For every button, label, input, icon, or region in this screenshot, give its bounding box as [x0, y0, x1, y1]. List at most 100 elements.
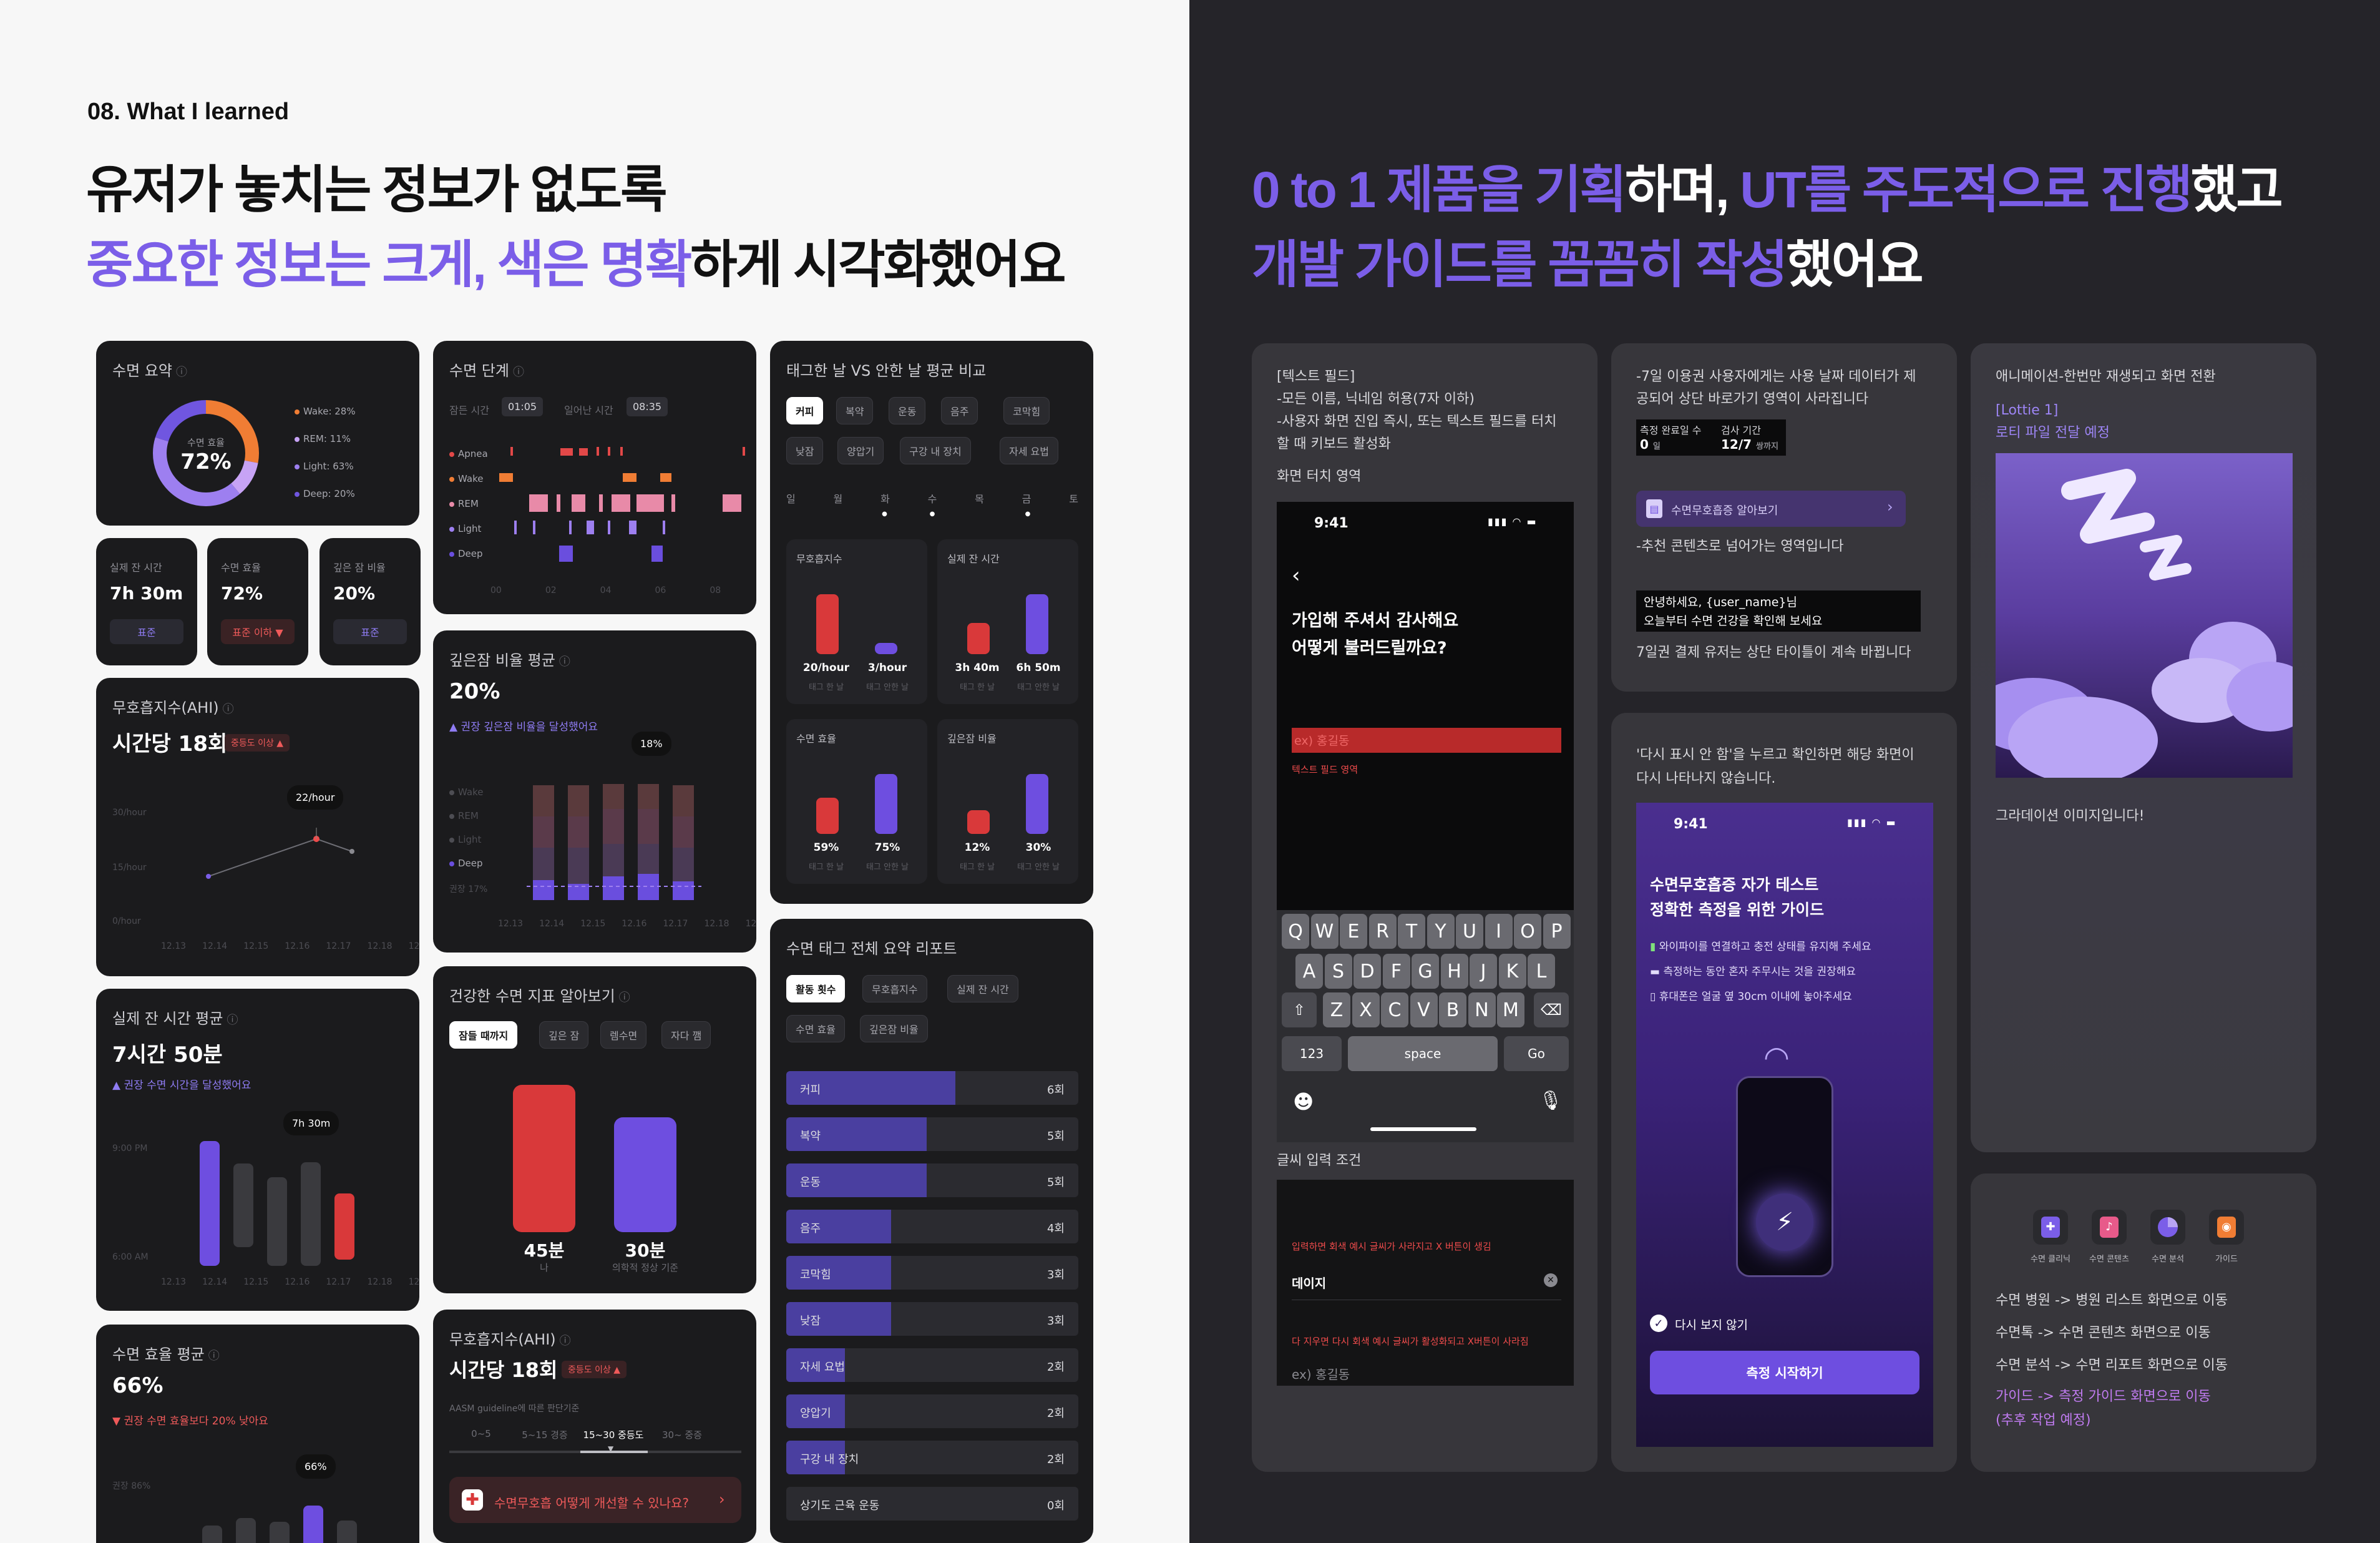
analysis-shortcut[interactable]	[2150, 1210, 2185, 1245]
cell-title: 무호흡지수	[796, 553, 842, 565]
stat-card-deep-ratio[interactable]: 깊은 잠 비율 20% 표준	[319, 538, 421, 665]
keyboard-key[interactable]: N	[1468, 992, 1496, 1027]
name-input[interactable]: ex) 홍길동	[1292, 728, 1561, 753]
keyboard-key[interactable]: Z	[1323, 992, 1350, 1027]
headline-accent: 중요한 정보는 크게, 색은 명확	[86, 237, 692, 293]
clinic-shortcut[interactable]: ✚	[2033, 1210, 2068, 1245]
shortcut-label: 수면 클리닉	[2031, 1255, 2070, 1264]
card-title: 수면 효율 평균 ⓘ	[112, 1346, 220, 1363]
keyboard-key[interactable]: B	[1439, 992, 1466, 1027]
content-shortcut[interactable]: ♪	[2092, 1210, 2127, 1245]
report-row-label: 운동	[800, 1176, 821, 1189]
keyboard-key[interactable]: R	[1368, 914, 1397, 949]
chip-label: 수면무호흡증 알아보기	[1671, 504, 1778, 517]
space-key[interactable]: space	[1348, 1036, 1498, 1071]
untagged-bar	[875, 774, 897, 834]
go-key[interactable]: Go	[1504, 1036, 1569, 1071]
tab-sleep-time[interactable]: 실제 잔 시간	[947, 975, 1018, 1002]
tab-deep-sleep[interactable]: 깊은 잠	[539, 1021, 589, 1049]
guide-title: 수면무호흡증 자가 테스트	[1650, 876, 1819, 894]
backspace-key[interactable]: ⌫	[1534, 992, 1569, 1027]
back-icon[interactable]: ‹	[1292, 563, 1300, 588]
tag-cpap[interactable]: 양압기	[837, 437, 884, 464]
tag-coffee[interactable]: 커피	[786, 397, 824, 424]
keyboard-key[interactable]: Y	[1427, 914, 1455, 949]
empty-input[interactable]: ex) 홍길동	[1292, 1364, 1350, 1383]
tag-exercise[interactable]: 운동	[889, 397, 926, 424]
guide-shortcut[interactable]: ◉	[2209, 1210, 2244, 1245]
sleep-time-tooltip: 7h 30m	[283, 1111, 339, 1135]
tab-rem[interactable]: 렘수면	[600, 1021, 647, 1049]
report-row-label: 코막힘	[800, 1268, 831, 1281]
keyboard-key[interactable]: X	[1352, 992, 1380, 1027]
chart-bar	[202, 1526, 222, 1543]
x-axis: 00 02 04 06 08	[490, 585, 721, 595]
keyboard-key[interactable]: O	[1514, 914, 1541, 949]
filled-input[interactable]: 데이지	[1292, 1273, 1326, 1291]
tag-nap[interactable]: 낮잠	[786, 437, 824, 464]
keyboard-key[interactable]: F	[1382, 954, 1410, 989]
keyboard-key[interactable]: G	[1412, 954, 1439, 989]
tab-activity-count[interactable]: 활동 횟수	[786, 975, 846, 1002]
keyboard-key[interactable]: M	[1497, 992, 1524, 1027]
keyboard-key[interactable]: A	[1295, 954, 1323, 989]
keyboard-key[interactable]: I	[1485, 914, 1513, 949]
tag-medication[interactable]: 복약	[836, 397, 874, 424]
report-row: 코막힘 3회	[786, 1256, 1078, 1290]
start-measure-button[interactable]: 측정 시작하기	[1650, 1351, 1919, 1394]
keyboard-key[interactable]: J	[1470, 954, 1497, 989]
right-headline-line1: 0 to 1 제품을 기획하며, UT를 주도적으로 진행했고	[1252, 162, 2283, 218]
keyboard-key[interactable]: V	[1410, 992, 1438, 1027]
keyboard-key[interactable]: D	[1353, 954, 1381, 989]
clear-icon[interactable]: ✕	[1544, 1273, 1558, 1287]
improve-cta[interactable]: ✚ 수면무호흡 어떻게 개선할 수 있나요? ›	[449, 1477, 741, 1523]
compare-cell-sleep-time: 실제 잔 시간 3h 40m 6h 50m 태그 한 날 태그 안한 날	[937, 539, 1078, 704]
tab-deep-ratio[interactable]: 깊은잠 비율	[860, 1015, 928, 1042]
sleep-time-sub: ▲ 권장 수면 시간을 달성했어요	[112, 1079, 251, 1092]
keyboard-key[interactable]: H	[1440, 954, 1468, 989]
stat-value: 0 일	[1640, 437, 1661, 452]
keyboard-key[interactable]: T	[1398, 914, 1425, 949]
battery-icon: ▮	[1650, 941, 1656, 953]
keyboard-key[interactable]: K	[1498, 954, 1526, 989]
keyboard-key[interactable]: P	[1543, 914, 1571, 949]
keyboard-key[interactable]: C	[1381, 992, 1408, 1027]
annotation: 애니메이션-한번만 재생되고 화면 전환	[1996, 369, 2216, 385]
stat-title: 깊은 잠 비율	[333, 562, 386, 574]
tag-positional[interactable]: 자세 요법	[1000, 437, 1058, 464]
keyboard-key[interactable]: S	[1324, 954, 1352, 989]
deep-avg-card: 깊은잠 비율 평균 ⓘ 20% ▲ 권장 깊은잠 비율을 달성했어요 Wake R…	[433, 630, 756, 953]
emoji-icon[interactable]: ☻	[1293, 1090, 1314, 1114]
guide-card-textfield: [텍스트 필드] -모든 이름, 닉네임 허용(7자 이하) -사용자 화면 진…	[1252, 343, 1597, 1472]
tab-fall-asleep[interactable]: 잠들 때까지	[449, 1021, 518, 1049]
tab-efficiency[interactable]: 수면 효율	[786, 1015, 845, 1042]
keyboard-key[interactable]: L	[1528, 954, 1555, 989]
stats-preview: 측정 완료일 수 0 일 검사 기간 12/7 쌍까지	[1636, 419, 1786, 456]
checkbox[interactable]: ✓	[1650, 1315, 1667, 1332]
my-value-bar	[513, 1085, 575, 1232]
tab-awake[interactable]: 자다 깸	[661, 1021, 711, 1049]
report-row-label: 상기도 근육 운동	[800, 1499, 880, 1512]
tag-congestion[interactable]: 코막힘	[1003, 397, 1050, 424]
field-note: 텍스트 필드 영역	[1292, 764, 1358, 775]
tag-oral-device[interactable]: 구강 내 장치	[900, 437, 971, 464]
keyboard-key[interactable]: W	[1310, 914, 1339, 949]
numbers-key[interactable]: 123	[1282, 1036, 1342, 1071]
stat-card-sleep-time[interactable]: 실제 잔 시간 7h 30m 표준	[96, 538, 197, 665]
tagged-bar	[967, 810, 990, 834]
headline-line2: 중요한 정보는 크게, 색은 명확하게 시각화했어요	[86, 228, 1066, 303]
microphone-icon[interactable]: 🎙	[1539, 1090, 1563, 1112]
phone-icon: ▯	[1650, 991, 1656, 1003]
keyboard-key[interactable]: U	[1456, 914, 1483, 949]
apnea-content-chip[interactable]: ▤ 수면무호흡증 알아보기 ›	[1636, 491, 1906, 527]
guide-item: ▮ 와이파이를 연결하고 충전 상태를 유지해 주세요	[1650, 941, 1871, 953]
greeting-preview: 안녕하세요, {user_name}님 오늘부터 수면 건강을 확인해 보세요	[1636, 590, 1921, 632]
keyboard-key[interactable]: E	[1340, 914, 1367, 949]
ahi-line-chart	[206, 828, 354, 879]
tab-ahi[interactable]: 무호흡지수	[862, 975, 927, 1002]
keyboard-key[interactable]: Q	[1282, 914, 1309, 949]
chart-bar	[270, 1522, 290, 1543]
shift-key[interactable]: ⇧	[1282, 992, 1317, 1027]
stat-card-efficiency[interactable]: 수면 효율 72% 표준 이하 ▼	[207, 538, 308, 665]
tag-alcohol[interactable]: 음주	[941, 397, 978, 424]
